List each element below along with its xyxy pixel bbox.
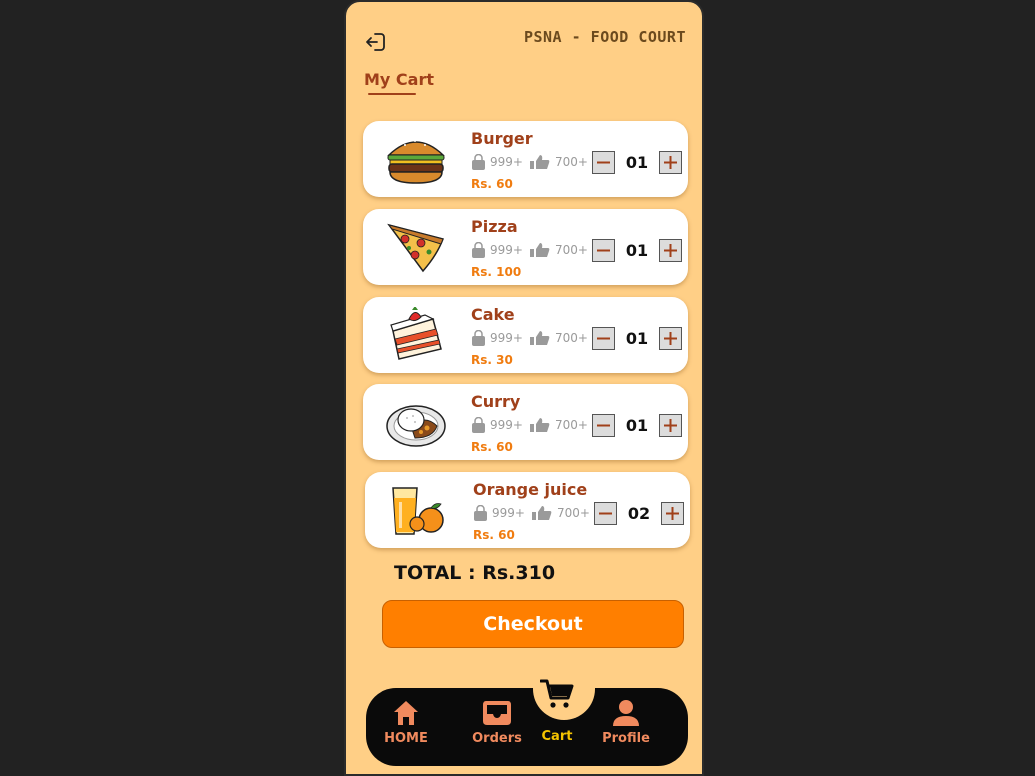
item-name: Curry <box>471 392 521 411</box>
bought-count: 999+ <box>490 331 523 345</box>
plus-icon <box>663 418 677 432</box>
decrease-button[interactable] <box>594 501 617 525</box>
cart-item: Orange juice 999+ 700+ Rs. 60 02 <box>365 472 690 548</box>
quantity-stepper: 01 <box>592 238 682 262</box>
item-price: Rs. 30 <box>471 353 513 367</box>
minus-icon <box>597 161 610 163</box>
nav-profile-label: Profile <box>602 731 650 746</box>
item-name: Pizza <box>471 217 518 236</box>
nav-home[interactable]: HOME <box>366 699 446 746</box>
cart-item: Curry 999+ 700+ Rs. 60 01 <box>363 384 688 460</box>
logout-icon[interactable] <box>364 30 388 54</box>
plus-icon <box>665 506 679 520</box>
shopping-bag-icon <box>472 417 485 433</box>
decrease-button[interactable] <box>592 150 615 174</box>
bought-count: 999+ <box>490 418 523 432</box>
increase-button[interactable] <box>658 413 682 437</box>
quantity-stepper: 01 <box>592 413 682 437</box>
cake-image <box>390 307 442 360</box>
quantity-stepper: 01 <box>592 150 682 174</box>
likes-count: 700+ <box>554 243 588 257</box>
bought-count: 999+ <box>490 243 523 257</box>
quantity-value: 01 <box>625 328 649 348</box>
nav-orders[interactable]: Orders <box>457 699 537 746</box>
item-stats: 999+ 700+ <box>471 416 594 434</box>
decrease-button[interactable] <box>592 238 615 262</box>
pizza-image <box>387 223 444 273</box>
inbox-icon <box>483 701 511 725</box>
increase-button[interactable] <box>658 238 682 262</box>
item-name: Cake <box>471 305 515 324</box>
cart-icon[interactable] <box>540 678 574 710</box>
quantity-value: 01 <box>625 152 649 172</box>
shopping-bag-icon <box>474 505 487 521</box>
user-icon <box>613 700 639 726</box>
burger-image <box>387 140 445 184</box>
likes-count: 700+ <box>554 155 588 169</box>
thumbs-up-icon <box>529 418 550 432</box>
bought-count: 999+ <box>492 506 525 520</box>
increase-button[interactable] <box>658 326 682 350</box>
phone-screen: PSNA - FOOD COURT My Cart Burger 999+ 70… <box>344 0 704 776</box>
orange-juice-image <box>392 487 444 535</box>
item-name: Burger <box>471 129 533 148</box>
item-name: Orange juice <box>473 480 588 499</box>
quantity-stepper: 01 <box>592 326 682 350</box>
curry-image <box>386 405 446 447</box>
shopping-bag-icon <box>472 330 485 346</box>
page-title: My Cart <box>364 70 434 89</box>
plus-icon <box>663 243 677 257</box>
minus-icon <box>597 337 610 339</box>
thumbs-up-icon <box>529 331 550 345</box>
nav-orders-label: Orders <box>472 731 522 746</box>
home-icon <box>394 701 418 725</box>
thumbs-up-icon <box>531 506 552 520</box>
cart-item: Burger 999+ 700+ Rs. 60 01 <box>363 121 688 197</box>
cart-total: TOTAL : Rs.310 <box>394 562 556 584</box>
quantity-value: 01 <box>625 415 649 435</box>
item-stats: 999+ 700+ <box>473 504 596 522</box>
item-price: Rs. 60 <box>471 440 513 454</box>
item-price: Rs. 60 <box>471 177 513 191</box>
likes-count: 700+ <box>556 506 590 520</box>
bought-count: 999+ <box>490 155 523 169</box>
item-stats: 999+ 700+ <box>471 153 594 171</box>
minus-icon <box>597 424 610 426</box>
item-price: Rs. 100 <box>471 265 522 279</box>
cart-item: Pizza 999+ 700+ Rs. 100 01 <box>363 209 688 285</box>
decrease-button[interactable] <box>592 413 615 437</box>
nav-home-label: HOME <box>384 731 428 746</box>
shopping-bag-icon <box>472 242 485 258</box>
quantity-stepper: 02 <box>594 501 684 525</box>
decrease-button[interactable] <box>592 326 615 350</box>
likes-count: 700+ <box>554 331 588 345</box>
item-stats: 999+ 700+ <box>471 329 594 347</box>
minus-icon <box>597 249 610 251</box>
increase-button[interactable] <box>658 150 682 174</box>
thumbs-up-icon <box>529 155 550 169</box>
cart-item: Cake 999+ 700+ Rs. 30 01 <box>363 297 688 373</box>
nav-profile[interactable]: Profile <box>586 699 666 746</box>
likes-count: 700+ <box>554 418 588 432</box>
shopping-bag-icon <box>472 154 485 170</box>
item-price: Rs. 60 <box>473 528 515 542</box>
plus-icon <box>663 155 677 169</box>
increase-button[interactable] <box>660 501 684 525</box>
quantity-value: 01 <box>625 240 649 260</box>
item-stats: 999+ 700+ <box>471 241 594 259</box>
checkout-button[interactable]: Checkout <box>382 600 684 648</box>
nav-cart-label[interactable]: Cart <box>529 729 585 744</box>
minus-icon <box>599 512 612 514</box>
thumbs-up-icon <box>529 243 550 257</box>
quantity-value: 02 <box>627 503 651 523</box>
app-title: PSNA - FOOD COURT <box>523 28 686 46</box>
page-title-underline <box>368 93 416 95</box>
plus-icon <box>663 331 677 345</box>
